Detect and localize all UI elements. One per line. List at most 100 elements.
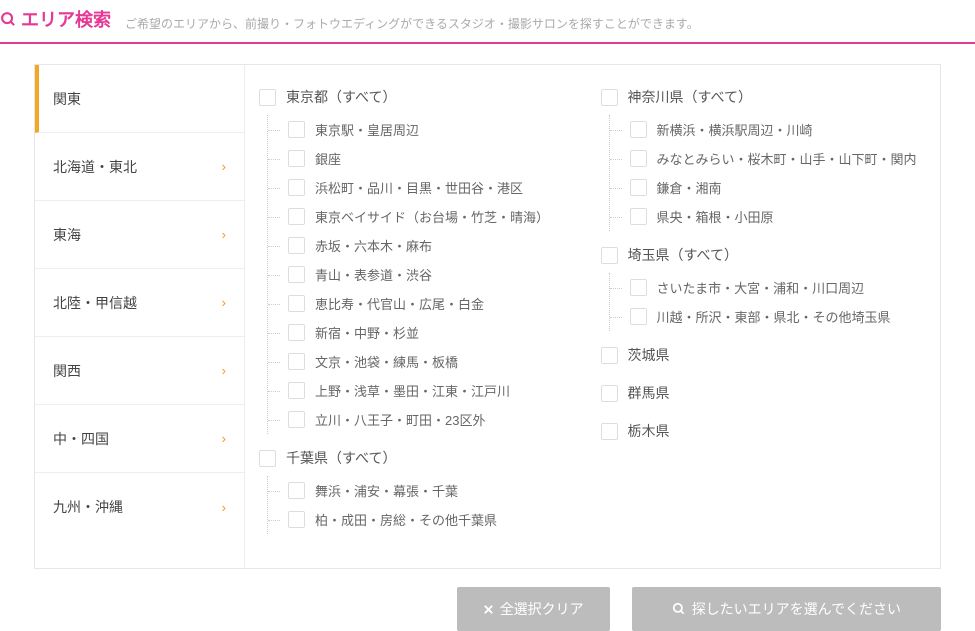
checkbox[interactable] xyxy=(288,482,305,499)
checkbox[interactable] xyxy=(601,247,618,264)
area-child-item[interactable]: 東京ベイサイド（お台場・竹芝・晴海） xyxy=(268,202,579,231)
area-child-item[interactable]: 新宿・中野・杉並 xyxy=(268,318,579,347)
area-child-label: 新宿・中野・杉並 xyxy=(315,323,419,342)
sidebar-item-region[interactable]: 北海道・東北› xyxy=(35,133,244,201)
area-child-label: 柏・成田・房総・その他千葉県 xyxy=(315,510,497,529)
checkbox[interactable] xyxy=(288,353,305,370)
area-child-item[interactable]: 青山・表参道・渋谷 xyxy=(268,260,579,289)
page-header: エリア検索 ご希望のエリアから、前撮り・フォトウエディングができるスタジオ・撮影… xyxy=(0,0,975,44)
area-child-label: 恵比寿・代官山・広尾・白金 xyxy=(315,294,484,313)
area-single-item[interactable]: 栃木県 xyxy=(601,421,921,441)
checkbox[interactable] xyxy=(259,89,276,106)
area-child-label: 新横浜・横浜駅周辺・川崎 xyxy=(657,120,813,139)
area-group-label: 千葉県（すべて） xyxy=(286,448,396,468)
checkbox[interactable] xyxy=(601,347,618,364)
area-child-item[interactable]: 恵比寿・代官山・広尾・白金 xyxy=(268,289,579,318)
area-child-label: 東京ベイサイド（お台場・竹芝・晴海） xyxy=(315,207,549,226)
area-group-label: 東京都（すべて） xyxy=(286,87,396,107)
checkbox[interactable] xyxy=(288,511,305,528)
clear-button[interactable]: 全選択クリア xyxy=(457,587,610,631)
sidebar-item-region[interactable]: 中・四国› xyxy=(35,405,244,473)
checkbox[interactable] xyxy=(288,411,305,428)
checkbox[interactable] xyxy=(601,385,618,402)
area-group-head[interactable]: 神奈川県（すべて） xyxy=(601,87,921,107)
area-group-head[interactable]: 東京都（すべて） xyxy=(259,87,579,107)
checkbox[interactable] xyxy=(601,89,618,106)
area-child-label: 川越・所沢・東部・県北・その他埼玉県 xyxy=(657,307,891,326)
checkbox[interactable] xyxy=(630,279,647,296)
area-group: 神奈川県（すべて） 新横浜・横浜駅周辺・川崎みなとみらい・桜木町・山手・山下町・関… xyxy=(601,87,921,231)
area-child-item[interactable]: 文京・池袋・練馬・板橋 xyxy=(268,347,579,376)
chevron-right-icon: › xyxy=(222,227,226,242)
area-child-item[interactable]: 舞浜・浦安・幕張・千葉 xyxy=(268,476,579,505)
area-single-label: 群馬県 xyxy=(628,383,670,403)
sidebar-item-label: 関西 xyxy=(53,361,81,381)
area-child-item[interactable]: 柏・成田・房総・その他千葉県 xyxy=(268,505,579,534)
area-child-item[interactable]: 新横浜・横浜駅周辺・川崎 xyxy=(610,115,921,144)
checkbox[interactable] xyxy=(288,208,305,225)
area-children: 舞浜・浦安・幕張・千葉柏・成田・房総・その他千葉県 xyxy=(267,476,579,534)
sidebar-item-region[interactable]: 北陸・甲信越› xyxy=(35,269,244,337)
area-group-head[interactable]: 埼玉県（すべて） xyxy=(601,245,921,265)
area-children: 新横浜・横浜駅周辺・川崎みなとみらい・桜木町・山手・山下町・関内鎌倉・湘南県央・… xyxy=(609,115,921,231)
checkbox[interactable] xyxy=(630,121,647,138)
sidebar-item-label: 九州・沖縄 xyxy=(53,497,123,517)
search-button[interactable]: 探したいエリアを選んでください xyxy=(632,587,941,631)
checkbox[interactable] xyxy=(288,121,305,138)
area-children: 東京駅・皇居周辺銀座浜松町・品川・目黒・世田谷・港区東京ベイサイド（お台場・竹芝… xyxy=(267,115,579,434)
sidebar-item-label: 北海道・東北 xyxy=(53,157,137,177)
area-child-item[interactable]: 立川・八王子・町田・23区外 xyxy=(268,405,579,434)
area-single-item[interactable]: 茨城県 xyxy=(601,345,921,365)
area-child-label: 県央・箱根・小田原 xyxy=(657,207,774,226)
area-child-item[interactable]: 上野・浅草・墨田・江東・江戸川 xyxy=(268,376,579,405)
checkbox[interactable] xyxy=(288,266,305,283)
checkbox[interactable] xyxy=(288,179,305,196)
area-child-item[interactable]: さいたま市・大宮・浦和・川口周辺 xyxy=(610,273,921,302)
area-child-label: 鎌倉・湘南 xyxy=(657,178,722,197)
sidebar-item-region[interactable]: 関東 xyxy=(35,65,244,133)
area-child-item[interactable]: 鎌倉・湘南 xyxy=(610,173,921,202)
area-child-label: 文京・池袋・練馬・板橋 xyxy=(315,352,458,371)
area-child-item[interactable]: 県央・箱根・小田原 xyxy=(610,202,921,231)
region-sidebar: 関東北海道・東北›東海›北陸・甲信越›関西›中・四国›九州・沖縄› xyxy=(35,65,245,568)
area-child-item[interactable]: 東京駅・皇居周辺 xyxy=(268,115,579,144)
checkbox[interactable] xyxy=(288,295,305,312)
checkbox[interactable] xyxy=(630,150,647,167)
sidebar-item-region[interactable]: 九州・沖縄› xyxy=(35,473,244,541)
page-title: エリア検索 xyxy=(0,6,111,32)
sidebar-item-region[interactable]: 関西› xyxy=(35,337,244,405)
area-group-head[interactable]: 千葉県（すべて） xyxy=(259,448,579,468)
close-icon xyxy=(483,604,494,615)
area-group-label: 埼玉県（すべて） xyxy=(628,245,738,265)
area-content: 東京都（すべて） 東京駅・皇居周辺銀座浜松町・品川・目黒・世田谷・港区東京ベイサイ… xyxy=(245,65,940,568)
checkbox[interactable] xyxy=(630,308,647,325)
sidebar-item-label: 中・四国 xyxy=(53,429,109,449)
area-single-item[interactable]: 群馬県 xyxy=(601,383,921,403)
area-single-label: 栃木県 xyxy=(628,421,670,441)
area-panel: 関東北海道・東北›東海›北陸・甲信越›関西›中・四国›九州・沖縄› 東京都（すべ… xyxy=(34,64,941,569)
area-group: 埼玉県（すべて） さいたま市・大宮・浦和・川口周辺川越・所沢・東部・県北・その他埼… xyxy=(601,245,921,331)
area-child-item[interactable]: 赤坂・六本木・麻布 xyxy=(268,231,579,260)
checkbox[interactable] xyxy=(288,237,305,254)
area-child-label: さいたま市・大宮・浦和・川口周辺 xyxy=(657,278,865,297)
area-child-item[interactable]: 川越・所沢・東部・県北・その他埼玉県 xyxy=(610,302,921,331)
footer-actions: 全選択クリア 探したいエリアを選んでください xyxy=(34,587,941,631)
search-icon xyxy=(0,11,17,28)
checkbox[interactable] xyxy=(630,179,647,196)
checkbox[interactable] xyxy=(601,423,618,440)
search-button-label: 探したいエリアを選んでください xyxy=(692,599,901,619)
chevron-right-icon: › xyxy=(222,295,226,310)
area-child-label: 上野・浅草・墨田・江東・江戸川 xyxy=(315,381,510,400)
checkbox[interactable] xyxy=(288,324,305,341)
checkbox[interactable] xyxy=(288,382,305,399)
checkbox[interactable] xyxy=(259,450,276,467)
checkbox[interactable] xyxy=(288,150,305,167)
area-child-item[interactable]: みなとみらい・桜木町・山手・山下町・関内 xyxy=(610,144,921,173)
area-child-label: 立川・八王子・町田・23区外 xyxy=(315,410,485,429)
area-child-item[interactable]: 浜松町・品川・目黒・世田谷・港区 xyxy=(268,173,579,202)
area-child-item[interactable]: 銀座 xyxy=(268,144,579,173)
area-group: 千葉県（すべて） 舞浜・浦安・幕張・千葉柏・成田・房総・その他千葉県 xyxy=(259,448,579,534)
checkbox[interactable] xyxy=(630,208,647,225)
sidebar-item-region[interactable]: 東海› xyxy=(35,201,244,269)
area-column: 東京都（すべて） 東京駅・皇居周辺銀座浜松町・品川・目黒・世田谷・港区東京ベイサイ… xyxy=(259,87,579,548)
